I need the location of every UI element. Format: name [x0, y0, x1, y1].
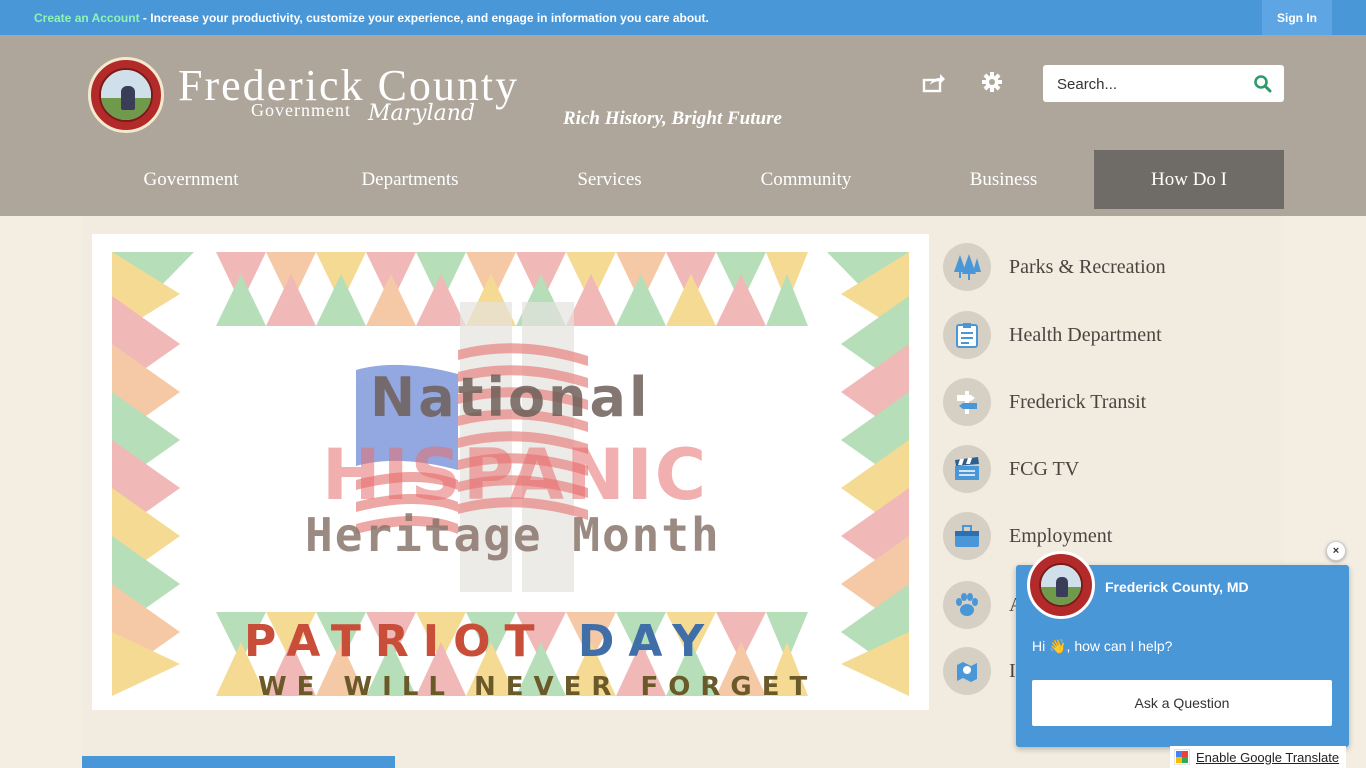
- slide-text-patriot: PATRIOT: [244, 616, 578, 667]
- quick-link-health-department[interactable]: Health Department: [943, 310, 1273, 360]
- chat-avatar: [1027, 551, 1095, 619]
- slide-text-national: National: [370, 366, 651, 429]
- search-box: [1043, 65, 1284, 102]
- share-icon[interactable]: [922, 71, 946, 95]
- quick-link-label: Employment: [1009, 524, 1113, 547]
- account-banner: Create an Account - Increase your produc…: [34, 11, 709, 25]
- search-icon[interactable]: [1253, 74, 1273, 94]
- clapperboard-icon: [943, 445, 991, 493]
- quick-link-label: Parks & Recreation: [1009, 255, 1166, 278]
- ask-question-button[interactable]: Ask a Question: [1032, 680, 1332, 726]
- slide-text-never-forget: WE WILL NEVER FORGET: [258, 672, 818, 702]
- nav-departments[interactable]: Departments: [294, 150, 526, 209]
- create-account-link[interactable]: Create an Account: [34, 11, 140, 25]
- clipboard-icon: [943, 311, 991, 359]
- search-input[interactable]: [1057, 74, 1237, 94]
- slide-text-heritage-month: Heritage Month: [305, 508, 721, 562]
- gear-icon[interactable]: [980, 70, 1004, 94]
- quick-link-label: Frederick Transit: [1009, 390, 1147, 413]
- quick-link-label: FCG TV: [1009, 457, 1080, 480]
- slide-text-hispanic: HISPANIC: [322, 434, 709, 516]
- quick-link-frederick-transit[interactable]: Frederick Transit: [943, 377, 1273, 427]
- briefcase-icon: [943, 512, 991, 560]
- hero-slideshow-image[interactable]: HISPANIC National Heritage Month PATRIOT…: [92, 234, 929, 710]
- chat-greeting: Hi 👋, how can I help?: [1032, 638, 1173, 654]
- chat-title: Frederick County, MD: [1105, 579, 1249, 595]
- top-bar: Create an Account - Increase your produc…: [0, 0, 1366, 35]
- chat-close-button[interactable]: ×: [1326, 541, 1346, 561]
- main-navigation: Government Departments Services Communit…: [88, 150, 1284, 209]
- quick-link-label: Health Department: [1009, 323, 1162, 346]
- site-subtitle-government: Government: [251, 100, 351, 120]
- nav-how-do-i[interactable]: How Do I: [1094, 150, 1284, 209]
- google-translate-icon: [1173, 748, 1191, 766]
- slide-text-patriot-day: PATRIOT DAY: [244, 616, 718, 667]
- sign-in-button[interactable]: Sign In: [1262, 0, 1332, 35]
- slide-text-day: DAY: [577, 616, 719, 667]
- paw-icon: [943, 581, 991, 629]
- site-tagline: Rich History, Bright Future: [563, 108, 782, 129]
- quick-link-fcg-tv[interactable]: FCG TV: [943, 444, 1273, 494]
- nav-community[interactable]: Community: [693, 150, 919, 209]
- nav-services[interactable]: Services: [526, 150, 693, 209]
- nav-government[interactable]: Government: [88, 150, 294, 209]
- google-translate-button[interactable]: Enable Google Translate: [1170, 746, 1346, 768]
- signpost-icon: [943, 378, 991, 426]
- quick-link-parks-recreation[interactable]: Parks & Recreation: [943, 242, 1273, 292]
- county-seal-logo[interactable]: [88, 57, 164, 133]
- quick-link-employment[interactable]: Employment: [943, 511, 1273, 561]
- nav-business[interactable]: Business: [919, 150, 1088, 209]
- map-pin-icon: [943, 647, 991, 695]
- site-subtitle-maryland: Maryland: [368, 101, 475, 126]
- section-tab[interactable]: [82, 756, 395, 768]
- account-banner-text: - Increase your productivity, customize …: [139, 11, 709, 25]
- quick-link-label: I: [1009, 659, 1016, 682]
- google-translate-label: Enable Google Translate: [1196, 749, 1340, 765]
- trees-icon: [943, 243, 991, 291]
